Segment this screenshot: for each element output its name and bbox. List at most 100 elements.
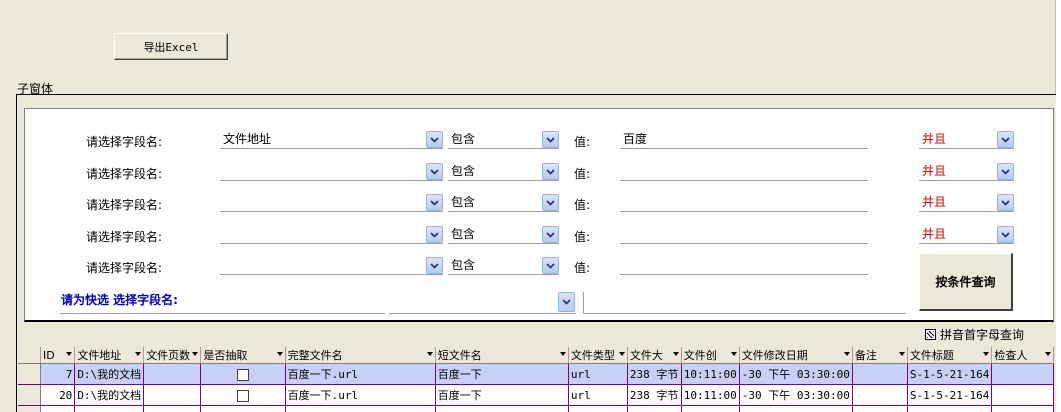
row-selector[interactable] — [18, 363, 42, 385]
cell-addr[interactable]: D:\我的文档 — [74, 384, 145, 406]
cell-modified[interactable]: -30 下午 03:30:00 — [739, 363, 853, 385]
cell-modified[interactable]: -30 下午 03:30:00 — [739, 384, 853, 406]
value-input[interactable]: 百度 — [620, 131, 868, 149]
field-select[interactable] — [220, 257, 443, 275]
chevron-down-icon[interactable] — [542, 226, 559, 243]
column-header[interactable]: 文件大 — [627, 347, 682, 364]
column-header[interactable]: 备注 — [852, 347, 908, 364]
export-excel-button[interactable]: 导出Excel — [114, 33, 228, 60]
empty-cell[interactable] — [991, 405, 1054, 412]
sort-arrow-icon[interactable] — [730, 352, 737, 356]
chevron-down-icon[interactable] — [426, 257, 443, 274]
cell-created[interactable]: 10:11:00 — [681, 363, 740, 385]
sort-arrow-icon[interactable] — [66, 352, 73, 356]
empty-cell[interactable] — [568, 405, 628, 412]
empty-cell[interactable] — [200, 405, 286, 412]
sort-arrow-icon[interactable] — [898, 352, 905, 356]
sort-arrow-icon[interactable] — [843, 352, 850, 356]
cell-checker[interactable] — [991, 384, 1054, 406]
operator-select[interactable]: 包含 — [448, 257, 559, 275]
value-input[interactable] — [620, 194, 868, 212]
sort-arrow-icon[interactable] — [135, 352, 142, 356]
empty-cell[interactable] — [627, 405, 682, 412]
chevron-down-icon[interactable] — [542, 163, 559, 180]
empty-cell[interactable] — [852, 405, 908, 412]
operator-select[interactable]: 包含 — [448, 194, 559, 212]
column-header[interactable]: 文件修改日期 — [739, 347, 853, 364]
query-button[interactable]: 按条件查询 — [919, 253, 1013, 311]
empty-cell[interactable] — [143, 405, 202, 412]
cell-full[interactable]: 百度一下.url — [285, 384, 436, 406]
cell-type[interactable]: url — [568, 363, 628, 385]
column-header[interactable]: 文件类型 — [568, 347, 628, 364]
empty-cell[interactable] — [74, 405, 145, 412]
value-input[interactable] — [620, 257, 868, 275]
chevron-down-icon[interactable] — [997, 163, 1014, 180]
cell-addr[interactable]: D:\我的文档 — [74, 363, 145, 385]
pinyin-checkbox[interactable] — [925, 329, 936, 340]
table-row[interactable]: 20 D:\我的文档 百度一下.url 百度一下 url 238 字节 10:11:00 -3… — [18, 384, 1054, 406]
new-row[interactable]: 新建 — [18, 405, 1054, 412]
empty-cell[interactable] — [907, 405, 993, 412]
operator-select[interactable]: 包含 — [448, 226, 559, 244]
sort-arrow-icon[interactable] — [192, 352, 199, 356]
sort-arrow-icon[interactable] — [618, 352, 625, 356]
chevron-down-icon[interactable] — [558, 292, 575, 312]
empty-cell[interactable] — [435, 405, 569, 412]
column-header[interactable]: 检查人 — [991, 347, 1054, 364]
column-header[interactable]: 文件创 — [681, 347, 740, 364]
joiner-select[interactable]: 并且 — [919, 163, 1014, 181]
field-select[interactable] — [220, 194, 443, 212]
operator-select[interactable]: 包含 — [448, 163, 559, 181]
field-select[interactable] — [220, 226, 443, 244]
chevron-down-icon[interactable] — [426, 226, 443, 243]
column-header[interactable]: 文件页数 — [143, 347, 202, 364]
field-select[interactable] — [220, 163, 443, 181]
chevron-down-icon[interactable] — [542, 257, 559, 274]
empty-cell[interactable] — [40, 405, 76, 412]
pinyin-checkbox-row[interactable]: 拼音首字母查询 — [925, 326, 1024, 343]
cell-full[interactable]: 百度一下.url — [285, 363, 436, 385]
chevron-down-icon[interactable] — [542, 194, 559, 211]
new-row-selector[interactable]: 新建 — [18, 405, 42, 412]
sort-arrow-icon[interactable] — [426, 352, 433, 356]
chevron-down-icon[interactable] — [542, 131, 559, 148]
chevron-down-icon[interactable] — [426, 163, 443, 180]
cell-size[interactable]: 238 字节 — [627, 384, 682, 406]
column-header[interactable]: 是否抽取 — [200, 347, 286, 364]
cell-type[interactable]: url — [568, 384, 628, 406]
column-header[interactable]: 完整文件名 — [285, 347, 436, 364]
cell-pages[interactable] — [143, 363, 202, 385]
column-header[interactable]: 文件地址 — [74, 347, 145, 364]
cell-id[interactable]: 20 — [40, 384, 76, 406]
sort-arrow-icon[interactable] — [276, 352, 283, 356]
joiner-select[interactable]: 并且 — [919, 131, 1014, 149]
empty-cell[interactable] — [739, 405, 853, 412]
empty-cell[interactable] — [681, 405, 740, 412]
cell-id[interactable]: 7 — [40, 363, 76, 385]
row-selector[interactable] — [18, 384, 42, 406]
cell-size[interactable]: 238 字节 — [627, 363, 682, 385]
joiner-select[interactable]: 并且 — [919, 226, 1014, 244]
cell-note[interactable] — [852, 384, 908, 406]
quick-select-combo[interactable] — [388, 292, 575, 312]
column-header[interactable]: 文件标题 — [907, 347, 993, 364]
extract-checkbox[interactable] — [236, 368, 249, 381]
value-input[interactable] — [620, 163, 868, 181]
cell-title[interactable]: S-1-5-21-164 — [907, 363, 993, 385]
cell-title[interactable]: S-1-5-21-164 — [907, 384, 993, 406]
chevron-down-icon[interactable] — [997, 194, 1014, 211]
sort-arrow-icon[interactable] — [672, 352, 679, 356]
chevron-down-icon[interactable] — [997, 226, 1014, 243]
chevron-down-icon[interactable] — [997, 131, 1014, 148]
cell-short[interactable]: 百度一下 — [435, 363, 569, 385]
joiner-select[interactable]: 并且 — [919, 194, 1014, 212]
operator-select[interactable]: 包含 — [448, 131, 559, 149]
table-row[interactable]: 7 D:\我的文档 百度一下.url 百度一下 url 238 字节 10:11:00 -30… — [18, 363, 1054, 385]
cell-checker[interactable] — [991, 363, 1054, 385]
sort-arrow-icon[interactable] — [983, 352, 990, 356]
column-header[interactable]: 短文件名 — [435, 347, 569, 364]
column-header[interactable]: ID — [40, 347, 76, 364]
sort-arrow-icon[interactable] — [1045, 352, 1051, 356]
cell-created[interactable]: 10:11:00 — [681, 384, 740, 406]
